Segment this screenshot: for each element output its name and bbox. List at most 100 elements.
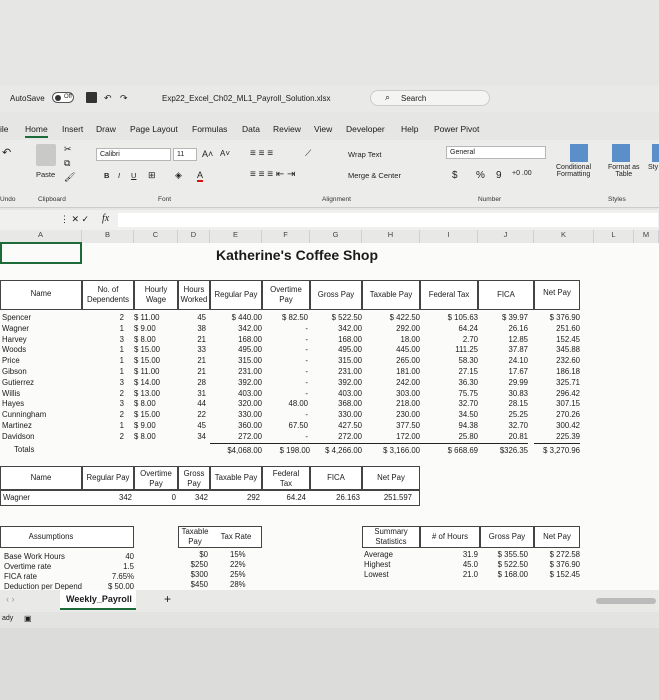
payroll-fica-cell[interactable]: 12.85 bbox=[478, 335, 528, 345]
orientation-icon[interactable]: ⟋ bbox=[305, 148, 311, 159]
horizontal-scrollbar[interactable] bbox=[596, 598, 656, 604]
payroll-name-cell[interactable]: Wagner bbox=[2, 324, 82, 334]
payroll-dependents-cell[interactable]: 1 bbox=[82, 324, 124, 334]
conditional-formatting-icon[interactable] bbox=[570, 144, 588, 162]
payroll-name-cell[interactable]: Hayes bbox=[2, 399, 82, 409]
borders-icon[interactable]: ⊞ bbox=[148, 170, 156, 181]
payroll-fica-cell[interactable]: 26.16 bbox=[478, 324, 528, 334]
col-header-h[interactable]: H bbox=[362, 230, 420, 243]
tax-pay-threshold[interactable]: $0 bbox=[178, 550, 208, 560]
increase-font-icon[interactable]: A˄ bbox=[202, 149, 213, 159]
payroll-wage-cell[interactable]: $ 15.00 bbox=[134, 356, 178, 366]
payroll-hours-cell[interactable]: 21 bbox=[178, 356, 206, 366]
cut-icon[interactable]: ✂ bbox=[64, 144, 72, 155]
tab-page-layout[interactable]: Page Layout bbox=[130, 124, 178, 134]
payroll-overtime-cell[interactable]: - bbox=[262, 356, 308, 366]
fx-icon[interactable]: fx bbox=[102, 213, 109, 224]
payroll-dependents-cell[interactable]: 2 bbox=[82, 432, 124, 442]
payroll-wage-cell[interactable]: $ 13.00 bbox=[134, 389, 178, 399]
percent-button[interactable]: % bbox=[476, 170, 485, 181]
payroll-net-cell[interactable]: 325.71 bbox=[534, 378, 580, 388]
payroll-taxable-cell[interactable]: 218.00 bbox=[362, 399, 420, 409]
payroll-overtime-cell[interactable]: 48.00 bbox=[262, 399, 308, 409]
payroll-gross-cell[interactable]: 403.00 bbox=[310, 389, 362, 399]
payroll-fica-cell[interactable]: 28.15 bbox=[478, 399, 528, 409]
payroll-hours-cell[interactable]: 31 bbox=[178, 389, 206, 399]
italic-button[interactable]: I bbox=[118, 171, 120, 180]
payroll-wage-cell[interactable]: $ 11.00 bbox=[134, 367, 178, 377]
payroll-dependents-cell[interactable]: 1 bbox=[82, 356, 124, 366]
payroll-regular-cell[interactable]: 342.00 bbox=[210, 324, 262, 334]
payroll-gross-cell[interactable]: 427.50 bbox=[310, 421, 362, 431]
col-header-e[interactable]: E bbox=[210, 230, 262, 243]
sheet-tab-weekly-payroll[interactable]: Weekly_Payroll bbox=[60, 590, 136, 610]
payroll-regular-cell[interactable]: 392.00 bbox=[210, 378, 262, 388]
payroll-name-cell[interactable]: Spencer bbox=[2, 313, 82, 323]
payroll-net-cell[interactable]: 307.15 bbox=[534, 399, 580, 409]
tab-formulas[interactable]: Formulas bbox=[192, 124, 227, 134]
tax-rate-value[interactable]: 25% bbox=[230, 570, 246, 580]
payroll-overtime-cell[interactable]: $ 82.50 bbox=[262, 313, 308, 323]
copy-icon[interactable]: ⧉ bbox=[64, 158, 70, 169]
payroll-hours-cell[interactable]: 21 bbox=[178, 367, 206, 377]
fill-color-icon[interactable]: ◈ bbox=[175, 170, 182, 181]
col-header-b[interactable]: B bbox=[82, 230, 134, 243]
align-top-icon[interactable]: ≡ ≡ ≡ bbox=[250, 148, 273, 159]
tab-insert[interactable]: Insert bbox=[62, 124, 83, 134]
payroll-fica-cell[interactable]: 32.70 bbox=[478, 421, 528, 431]
assumption-value[interactable]: 1.5 bbox=[82, 562, 134, 572]
font-size-box[interactable]: 11 bbox=[173, 148, 197, 161]
font-color-icon[interactable]: A bbox=[197, 170, 204, 182]
payroll-wage-cell[interactable]: $ 14.00 bbox=[134, 378, 178, 388]
payroll-name-cell[interactable]: Price bbox=[2, 356, 82, 366]
payroll-federal-cell[interactable]: 64.24 bbox=[420, 324, 478, 334]
format-as-table-button[interactable]: Format as Table bbox=[608, 164, 640, 178]
cell-styles-button[interactable]: Sty bbox=[648, 164, 658, 171]
payroll-fica-cell[interactable]: 17.67 bbox=[478, 367, 528, 377]
tab-developer[interactable]: Developer bbox=[346, 124, 385, 134]
tax-pay-threshold[interactable]: $300 bbox=[178, 570, 208, 580]
cell-styles-icon[interactable] bbox=[652, 144, 659, 162]
payroll-net-cell[interactable]: 186.18 bbox=[534, 367, 580, 377]
tab-power-pivot[interactable]: Power Pivot bbox=[434, 124, 479, 134]
payroll-net-cell[interactable]: 345.88 bbox=[534, 345, 580, 355]
payroll-gross-cell[interactable]: $ 522.50 bbox=[310, 313, 362, 323]
payroll-net-cell[interactable]: 225.39 bbox=[534, 432, 580, 442]
payroll-overtime-cell[interactable]: 67.50 bbox=[262, 421, 308, 431]
undo-ribbon-icon[interactable]: ↶ bbox=[2, 146, 11, 159]
bold-button[interactable]: B bbox=[104, 171, 109, 180]
payroll-regular-cell[interactable]: 320.00 bbox=[210, 399, 262, 409]
payroll-gross-cell[interactable]: 315.00 bbox=[310, 356, 362, 366]
payroll-regular-cell[interactable]: 495.00 bbox=[210, 345, 262, 355]
payroll-hours-cell[interactable]: 33 bbox=[178, 345, 206, 355]
payroll-taxable-cell[interactable]: 18.00 bbox=[362, 335, 420, 345]
payroll-gross-cell[interactable]: 272.00 bbox=[310, 432, 362, 442]
payroll-taxable-cell[interactable]: 445.00 bbox=[362, 345, 420, 355]
payroll-regular-cell[interactable]: $ 440.00 bbox=[210, 313, 262, 323]
col-header-f[interactable]: F bbox=[262, 230, 310, 243]
payroll-federal-cell[interactable]: 36.30 bbox=[420, 378, 478, 388]
payroll-dependents-cell[interactable]: 1 bbox=[82, 421, 124, 431]
comma-button[interactable]: 9 bbox=[496, 170, 502, 181]
tab-review[interactable]: Review bbox=[273, 124, 301, 134]
payroll-dependents-cell[interactable]: 3 bbox=[82, 399, 124, 409]
payroll-regular-cell[interactable]: 272.00 bbox=[210, 432, 262, 442]
payroll-name-cell[interactable]: Willis bbox=[2, 389, 82, 399]
payroll-wage-cell[interactable]: $ 8.00 bbox=[134, 335, 178, 345]
payroll-wage-cell[interactable]: $ 11.00 bbox=[134, 313, 178, 323]
payroll-dependents-cell[interactable]: 2 bbox=[82, 389, 124, 399]
payroll-regular-cell[interactable]: 403.00 bbox=[210, 389, 262, 399]
payroll-name-cell[interactable]: Martinez bbox=[2, 421, 82, 431]
payroll-regular-cell[interactable]: 330.00 bbox=[210, 410, 262, 420]
col-header-l[interactable]: L bbox=[594, 230, 634, 243]
payroll-hours-cell[interactable]: 45 bbox=[178, 421, 206, 431]
assumption-value[interactable]: 7.65% bbox=[82, 572, 134, 582]
col-header-k[interactable]: K bbox=[534, 230, 594, 243]
tab-view[interactable]: View bbox=[314, 124, 332, 134]
tab-file[interactable]: ile bbox=[0, 124, 9, 134]
payroll-regular-cell[interactable]: 360.00 bbox=[210, 421, 262, 431]
payroll-name-cell[interactable]: Davidson bbox=[2, 432, 82, 442]
autosave-toggle[interactable]: Off bbox=[52, 92, 74, 103]
payroll-wage-cell[interactable]: $ 9.00 bbox=[134, 421, 178, 431]
payroll-fica-cell[interactable]: 20.81 bbox=[478, 432, 528, 442]
